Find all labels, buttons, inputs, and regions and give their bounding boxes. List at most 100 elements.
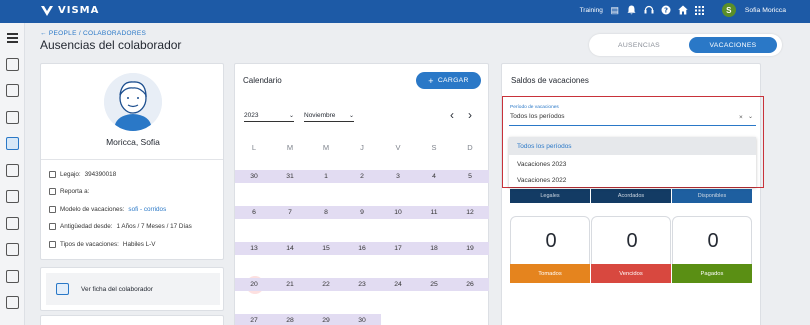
saldos-card: Saldos de vacaciones Legales Acordados D…	[501, 63, 764, 325]
top-bar-actions: Training ▤ ? S Sofia Moricca	[580, 3, 786, 17]
bell-icon[interactable]	[627, 5, 637, 15]
users-icon	[49, 188, 56, 195]
user-avatar[interactable]: S	[721, 3, 736, 17]
option-2023[interactable]: Vacaciones 2023	[509, 155, 756, 173]
ficha-card: Ver ficha del colaborador	[40, 267, 224, 311]
next-month-icon[interactable]: ›	[468, 108, 472, 122]
month-value: Noviembre	[304, 112, 336, 119]
year-value: 2023	[244, 112, 259, 119]
breadcrumb-text[interactable]: PEOPLE / COLABORADORES	[49, 30, 146, 37]
calendar-day[interactable]: 19	[454, 245, 486, 252]
team-icon[interactable]	[6, 270, 19, 283]
option-2022[interactable]: Vacaciones 2022	[509, 173, 756, 187]
calendar-day[interactable]: 14	[274, 245, 306, 252]
modelo-link[interactable]: sofi - corridos	[128, 206, 166, 213]
calendar-day[interactable]: 30	[238, 173, 270, 180]
period-options-menu: Todos los períodos Vacaciones 2023 Vacac…	[509, 137, 756, 187]
calendar-day[interactable]: 7	[274, 209, 306, 216]
calendar-day[interactable]: 17	[382, 245, 414, 252]
help-icon[interactable]: ?	[661, 5, 671, 15]
visma-mark-icon	[41, 5, 53, 16]
profile-card-icon	[56, 283, 69, 295]
calendar-day[interactable]: 15	[310, 245, 342, 252]
info-reporta: Reporta a:	[49, 188, 93, 195]
calendar-icon	[49, 223, 56, 230]
year-select[interactable]: 2023 ⌄	[244, 110, 294, 122]
calendar-day[interactable]: 21	[274, 281, 306, 288]
payroll-icon[interactable]	[6, 164, 19, 177]
info-label: Modelo de vacaciones:	[60, 206, 125, 213]
calendar-day[interactable]: 8	[310, 209, 342, 216]
calendar-day[interactable]: 6	[238, 209, 270, 216]
visma-logo[interactable]: VISMA	[41, 5, 99, 16]
info-modelo: Modelo de vacaciones: sofi - corridos	[49, 206, 166, 213]
ver-ficha-button[interactable]: Ver ficha del colaborador	[46, 273, 220, 305]
calendar-day[interactable]: 31	[274, 173, 306, 180]
list-icon	[49, 206, 56, 213]
ver-ficha-label: Ver ficha del colaborador	[81, 285, 153, 293]
brand-name: VISMA	[58, 5, 100, 16]
disponibles-header: Disponibles	[672, 189, 752, 203]
calendar-day[interactable]: 25	[418, 281, 450, 288]
calendar-day[interactable]: 30	[346, 317, 378, 324]
calendar-day[interactable]: 13	[238, 245, 270, 252]
menu-icon[interactable]	[7, 33, 18, 45]
option-todos[interactable]: Todos los períodos	[509, 137, 756, 155]
calendar-card: Calendario + CARGAR 2023 ⌄ Noviembre ⌄ ‹…	[234, 63, 489, 325]
calendar-day[interactable]: 9	[346, 209, 378, 216]
profile-divider	[41, 159, 223, 160]
breadcrumb[interactable]: ← PEOPLE / COLABORADORES	[40, 30, 146, 37]
calendar-day[interactable]: 12	[454, 209, 486, 216]
stat-box-tomados: 0 Tomados	[510, 216, 590, 283]
prev-month-icon[interactable]: ‹	[450, 108, 454, 122]
plus-icon: +	[428, 75, 434, 86]
left-nav-rail	[0, 23, 25, 325]
weekday-header: J	[360, 143, 364, 152]
transfer-icon[interactable]	[6, 243, 19, 256]
documents-icon[interactable]	[6, 111, 19, 124]
calendar-day[interactable]: 26	[454, 281, 486, 288]
tab-ausencias[interactable]: AUSENCIAS	[593, 37, 685, 53]
calendar-day[interactable]: 29	[310, 317, 342, 324]
environment-label: Training	[579, 6, 603, 14]
calendar-day[interactable]: 27	[238, 317, 270, 324]
chevron-down-icon: ⌄	[348, 113, 354, 119]
headset-icon[interactable]	[644, 5, 654, 15]
stat-label: Tomados	[510, 264, 590, 283]
calendar-day[interactable]: 23	[346, 281, 378, 288]
calendar-day[interactable]: 3	[382, 173, 414, 180]
period-field[interactable]: Todos los períodos	[510, 113, 565, 120]
extra-card	[40, 315, 224, 325]
export-icon[interactable]	[6, 296, 19, 309]
calendar-day[interactable]: 2	[346, 173, 378, 180]
chevron-down-icon[interactable]: ⌄	[748, 113, 753, 120]
people-icon[interactable]	[6, 58, 19, 71]
month-select[interactable]: Noviembre ⌄	[304, 110, 354, 122]
apps-grid-icon[interactable]	[695, 5, 705, 15]
home-icon[interactable]	[678, 5, 688, 15]
user-name[interactable]: Sofia Moricca	[745, 7, 786, 14]
top-bar: VISMA Training ▤ ? S Sofia Moricca	[0, 0, 810, 23]
calendar-day[interactable]: 16	[346, 245, 378, 252]
profile-avatar	[104, 73, 162, 131]
calendar-day[interactable]: 22	[310, 281, 342, 288]
calendar-day[interactable]: 10	[382, 209, 414, 216]
calendar-day[interactable]: 1	[310, 173, 342, 180]
stat-value: 0	[707, 230, 719, 252]
calendar-icon[interactable]: ▤	[610, 5, 620, 15]
calendar-day[interactable]: 18	[418, 245, 450, 252]
calendar-day[interactable]: 11	[418, 209, 450, 216]
reports-icon[interactable]	[6, 190, 19, 203]
org-chart-icon[interactable]	[6, 84, 19, 97]
settings-icon[interactable]	[6, 217, 19, 230]
calendar-day[interactable]: 28	[274, 317, 306, 324]
tab-vacaciones[interactable]: VACACIONES	[689, 37, 777, 53]
absences-calendar-icon[interactable]	[6, 137, 19, 150]
calendar-day[interactable]: 24	[382, 281, 414, 288]
cargar-button[interactable]: + CARGAR	[416, 72, 481, 89]
calendar-day[interactable]: 20	[238, 281, 270, 288]
clear-icon[interactable]: ×	[739, 114, 743, 121]
calendar-day[interactable]: 4	[418, 173, 450, 180]
calendar-day[interactable]: 5	[454, 173, 486, 180]
svg-text:?: ?	[664, 7, 668, 15]
